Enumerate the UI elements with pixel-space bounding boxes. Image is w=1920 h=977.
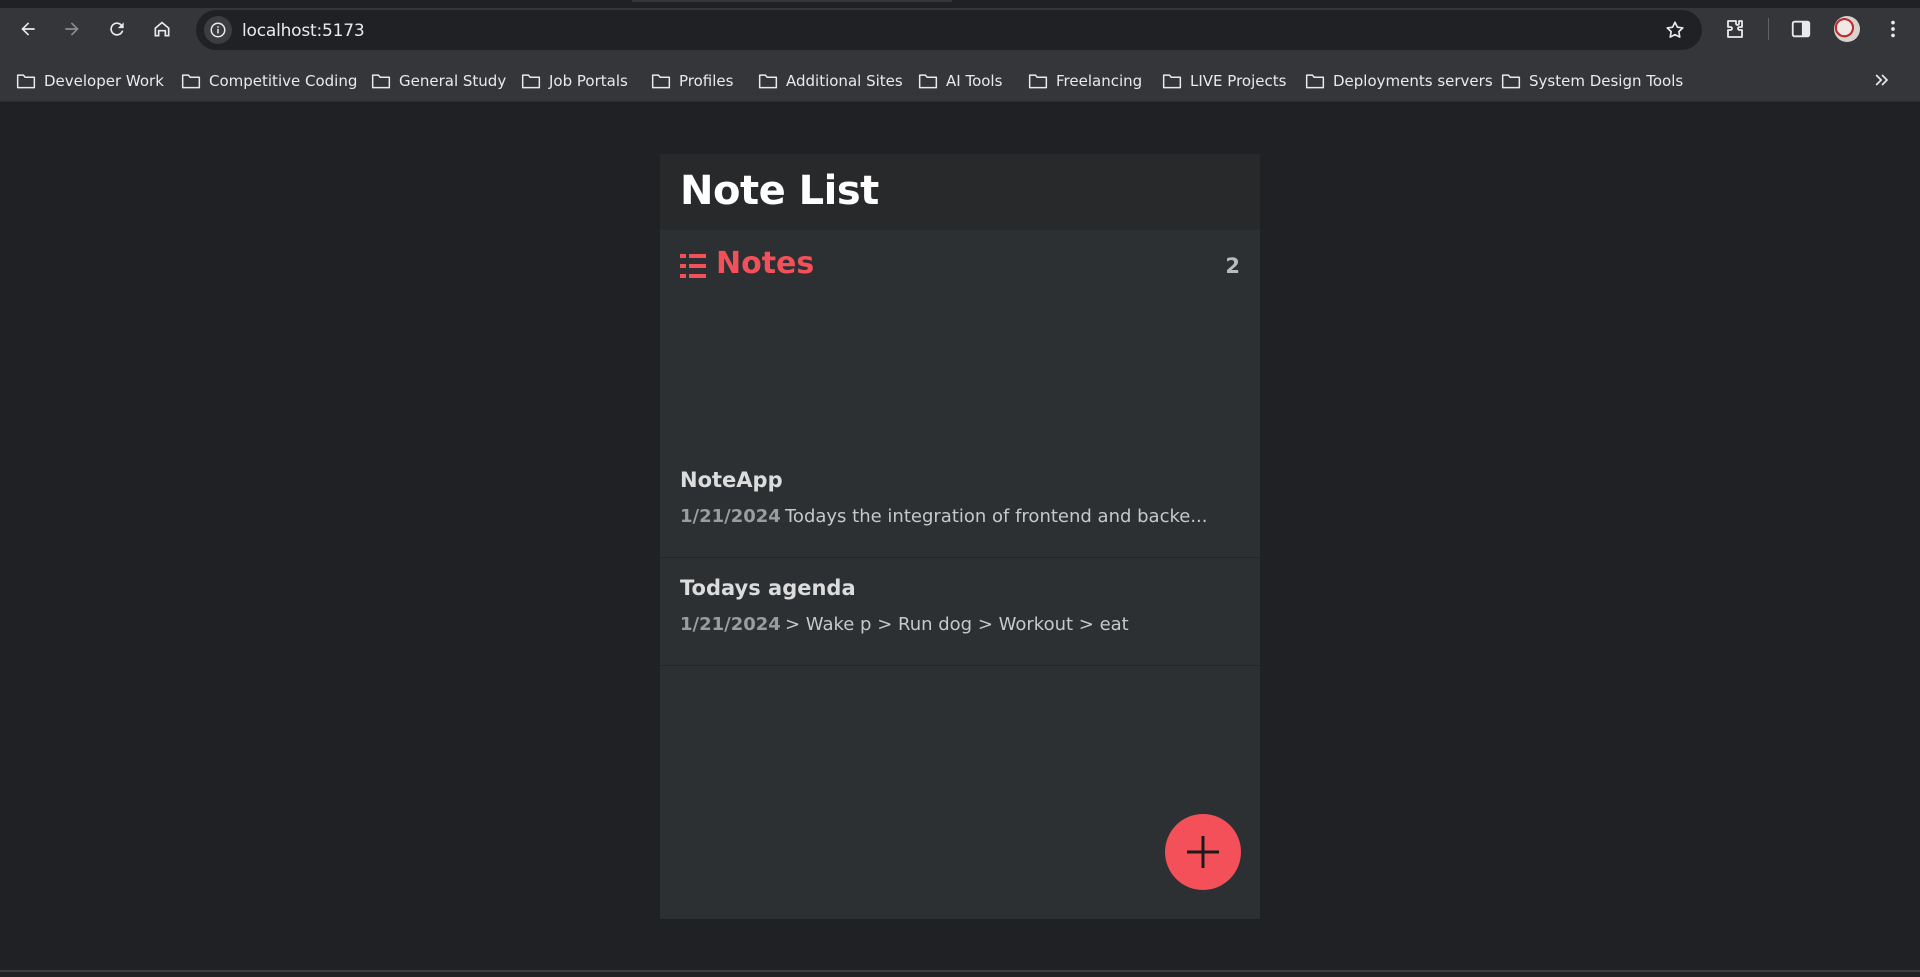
bookmark-folder[interactable]: System Design Tools [1495,67,1689,95]
bookmark-label: Competitive Coding [209,72,358,90]
bookmark-folder[interactable]: LIVE Projects [1156,67,1292,95]
bookmark-label: Profiles [679,72,734,90]
arrow-right-icon [65,22,79,36]
bookmark-star-icon[interactable] [1664,19,1686,41]
page-title: Note List [680,168,879,214]
folder-icon [1162,74,1182,89]
back-button[interactable] [12,13,44,45]
active-tab-indicator [632,0,952,2]
bookmark-folder[interactable]: Deployments servers [1299,67,1499,95]
home-button[interactable] [146,13,178,45]
home-icon [154,21,170,37]
bookmark-folder[interactable]: Competitive Coding [175,67,363,95]
side-panel-icon[interactable] [1788,16,1814,42]
bookmark-label: AI Tools [946,72,1003,90]
folder-icon [1305,74,1325,89]
site-info-icon[interactable] [204,16,232,44]
folder-icon [16,74,36,89]
folder-icon [521,74,541,89]
folder-icon [1028,74,1048,89]
note-preview: > Wake p > Run dog > Workout > eat [785,614,1129,635]
bookmark-folder[interactable]: Freelancing [1022,67,1148,95]
folder-icon [371,74,391,89]
note-date: 1/21/2024 [680,614,781,635]
profile-avatar[interactable] [1834,16,1860,42]
bookmark-label: Deployments servers [1333,72,1493,90]
reload-icon [110,22,124,36]
folder-icon [651,74,671,89]
folder-icon [758,74,778,89]
notes-count: 2 [1225,254,1240,278]
notes-section-header: Notes 2 [680,246,1240,288]
note-date: 1/21/2024 [680,506,781,527]
bookmark-label: Developer Work [44,72,164,90]
address-bar[interactable]: localhost:5173 [196,10,1702,50]
forward-button[interactable] [56,13,88,45]
bookmark-label: System Design Tools [1529,72,1684,90]
bookmark-label: Freelancing [1056,72,1143,90]
bookmark-label: Job Portals [549,72,628,90]
bookmark-folder[interactable]: Additional Sites [752,67,909,95]
add-note-button[interactable] [1165,814,1241,890]
folder-icon [1501,74,1521,89]
bookmark-folder[interactable]: Developer Work [10,67,170,95]
bookmark-label: Additional Sites [786,72,903,90]
notes-section-title: Notes [716,246,815,281]
bookmarks-overflow-icon[interactable] [1870,68,1894,92]
folder-icon [918,74,938,89]
arrow-left-icon [21,22,35,36]
note-list-panel: Note List Notes 2 NoteApp 1/21/2024 Toda… [660,154,1260,919]
app-header: Note List [660,154,1260,230]
note-title: NoteApp [680,468,783,492]
bookmark-folder[interactable]: Profiles [645,67,739,95]
bookmark-folder[interactable]: Job Portals [515,67,634,95]
note-preview: Todays the integration of frontend and b… [785,506,1208,527]
url-text[interactable]: localhost:5173 [242,21,365,41]
extensions-icon[interactable] [1722,16,1748,42]
folder-icon [181,74,201,89]
list-item[interactable]: Todays agenda 1/21/2024 > Wake p > Run d… [660,558,1260,666]
bookmark-folder[interactable]: AI Tools [912,67,1008,95]
list-item[interactable]: NoteApp 1/21/2024 Todays the integration… [660,450,1260,558]
menu-kebab-icon[interactable] [1880,16,1906,42]
browser-toolbar: localhost:5173 [0,0,1920,60]
list-icon [680,254,706,278]
window-bottom-edge [0,970,1920,972]
reload-button[interactable] [101,13,133,45]
bookmark-folder[interactable]: General Study [365,67,512,95]
plus-icon [1187,836,1219,868]
bookmark-label: LIVE Projects [1190,72,1287,90]
tab-strip [0,0,1920,8]
toolbar-divider [1768,18,1769,40]
bookmarks-bar: Developer Work Competitive Coding Genera… [0,60,1920,102]
bookmark-label: General Study [399,72,507,90]
note-title: Todays agenda [680,576,856,600]
